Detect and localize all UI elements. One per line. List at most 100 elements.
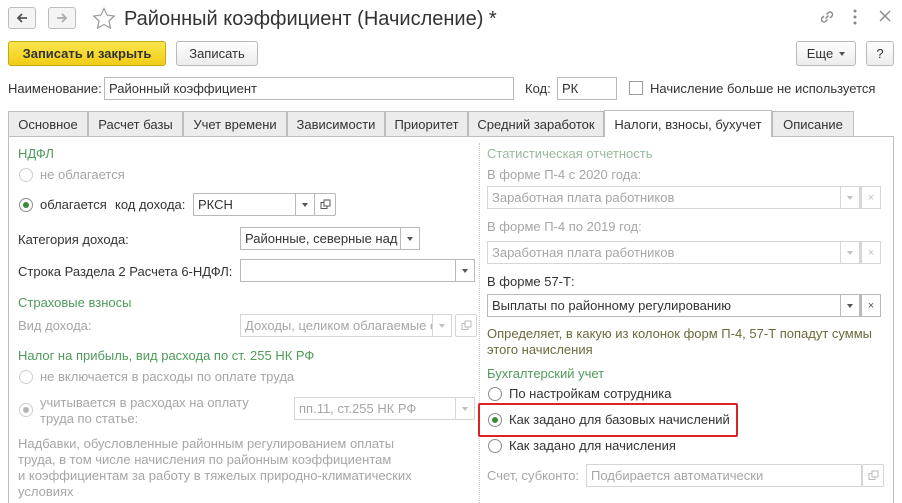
close-button[interactable]	[878, 9, 892, 26]
clear-icon: ×	[867, 299, 875, 312]
form57-label: В форме 57-Т:	[487, 274, 575, 289]
income-type-label: Вид дохода:	[18, 318, 92, 333]
close-icon	[879, 10, 891, 22]
favorite-star-button[interactable]	[92, 7, 116, 32]
open-window-icon	[320, 199, 330, 209]
not-included-label: не включается в расходы по оплате труда	[40, 369, 295, 384]
p4-2019-dropdown[interactable]	[840, 241, 860, 264]
included-label-line2: труда по статье:	[40, 411, 139, 426]
account-label: Счет, субконто:	[487, 468, 580, 483]
opt-accrual-radio[interactable]	[488, 439, 502, 453]
opt-employee-label: По настройкам сотрудника	[509, 386, 672, 401]
tab-taxes-accounting[interactable]: Налоги, взносы, бухучет	[604, 110, 772, 137]
more-menu-button[interactable]: Еще	[796, 41, 856, 66]
open-window-icon	[461, 320, 471, 330]
window-title: Районный коэффициент (Начисление) *	[124, 8, 497, 30]
star-icon	[92, 7, 116, 30]
save-button[interactable]: Записать	[176, 41, 258, 66]
income-category-input[interactable]: Районные, северные над	[240, 227, 401, 250]
caret-down-icon	[847, 303, 853, 308]
accounting-heading: Бухгалтерский учет	[487, 366, 605, 381]
p4-2019-label: В форме П-4 по 2019 год:	[487, 219, 642, 234]
caret-down-icon	[462, 268, 468, 273]
save-and-close-button[interactable]: Записать и закрыть	[8, 41, 166, 66]
tab-priority[interactable]: Приоритет	[385, 111, 468, 136]
row6-label: Строка Раздела 2 Расчета 6-НДФЛ:	[18, 264, 233, 279]
p4-2020-clear-button[interactable]: ×	[861, 186, 881, 209]
unused-label: Начисление больше не используется	[650, 81, 876, 96]
article-dropdown[interactable]	[455, 397, 475, 420]
row6-input[interactable]	[240, 259, 456, 282]
account-open-button[interactable]	[862, 464, 884, 487]
ndfl-taxed-radio[interactable]	[19, 198, 33, 212]
income-category-dropdown[interactable]	[400, 227, 420, 250]
tab-base-calculation[interactable]: Расчет базы	[88, 111, 183, 136]
included-radio[interactable]	[19, 403, 33, 417]
tab-dependencies[interactable]: Зависимости	[287, 111, 385, 136]
name-label: Наименование:	[8, 81, 102, 96]
caret-down-icon	[462, 406, 468, 411]
stat-note-line1: Определяет, в какую из колонок форм П-4,…	[487, 326, 873, 341]
clear-icon: ×	[867, 191, 875, 204]
caret-down-icon	[407, 236, 413, 241]
help-button[interactable]: ?	[866, 41, 894, 66]
back-button[interactable]	[8, 7, 36, 29]
article-input[interactable]: пп.11, ст.255 НК РФ	[294, 397, 456, 420]
more-menu-label: Еще	[806, 46, 834, 61]
forward-button[interactable]	[48, 7, 76, 29]
unused-checkbox[interactable]	[629, 81, 643, 95]
opt-accrual-label: Как задано для начисления	[509, 438, 676, 453]
row6-dropdown[interactable]	[455, 259, 475, 282]
caret-down-icon	[302, 202, 308, 207]
not-included-radio[interactable]	[19, 370, 33, 384]
code-input[interactable]: РК	[557, 77, 617, 100]
income-category-label: Категория дохода:	[18, 232, 129, 247]
income-type-dropdown[interactable]	[432, 314, 452, 337]
p4-2020-dropdown[interactable]	[840, 186, 860, 209]
ndfl-heading: НДФЛ	[18, 146, 54, 161]
income-code-input[interactable]: РКСН	[193, 193, 296, 216]
expense-description-line3: и коэффициентам за работу в тяжелых прир…	[18, 468, 412, 483]
p4-2019-input[interactable]: Заработная плата работников	[487, 241, 861, 264]
expense-description-line4: условиях	[18, 484, 74, 499]
form57-clear-button[interactable]: ×	[861, 294, 881, 317]
clear-icon: ×	[867, 246, 875, 259]
link-button[interactable]	[818, 8, 836, 29]
tab-average-earnings[interactable]: Средний заработок	[468, 111, 604, 136]
open-window-icon	[868, 470, 878, 480]
income-type-input[interactable]: Доходы, целиком облагаемые с	[240, 314, 433, 337]
income-type-open-button[interactable]	[455, 314, 477, 337]
ndfl-taxed-label: облагается	[40, 197, 107, 212]
income-code-open-button[interactable]	[314, 193, 336, 216]
column-divider	[479, 143, 480, 503]
stat-note-line2: этого начисления	[487, 342, 593, 357]
ndfl-not-taxed-radio[interactable]	[19, 168, 33, 182]
expense-description-line1: Надбавки, обусловленные районным регулир…	[18, 436, 395, 451]
income-code-label: код дохода:	[115, 197, 186, 212]
account-input[interactable]: Подбирается автоматически	[586, 464, 862, 487]
tab-time-accounting[interactable]: Учет времени	[183, 111, 287, 136]
income-code-dropdown[interactable]	[295, 193, 315, 216]
ndfl-not-taxed-label: не облагается	[40, 167, 125, 182]
highlight-box	[478, 403, 738, 437]
code-label: Код:	[525, 81, 551, 96]
arrow-right-icon	[57, 13, 68, 23]
form57-input[interactable]: Выплаты по районному регулированию	[487, 294, 861, 317]
link-icon	[820, 11, 834, 23]
form57-dropdown[interactable]	[840, 294, 860, 317]
p4-2019-clear-button[interactable]: ×	[861, 241, 881, 264]
caret-down-icon	[439, 323, 445, 328]
vertical-dots-icon	[853, 9, 857, 25]
expense-description-line2: труда, в том числе начисления по районны…	[18, 452, 392, 467]
stat-heading: Статистическая отчетность	[487, 146, 653, 161]
caret-down-icon	[839, 51, 846, 56]
more-options-button[interactable]	[848, 8, 862, 29]
p4-2020-label: В форме П-4 с 2020 года:	[487, 167, 642, 182]
p4-2020-input[interactable]: Заработная плата работников	[487, 186, 861, 209]
tab-main[interactable]: Основное	[8, 111, 88, 136]
opt-employee-radio[interactable]	[488, 387, 502, 401]
tab-description[interactable]: Описание	[772, 111, 854, 136]
name-input[interactable]: Районный коэффициент	[104, 77, 514, 100]
profit-tax-heading: Налог на прибыль, вид расхода по ст. 255…	[18, 348, 315, 363]
insurance-heading: Страховые взносы	[18, 295, 132, 310]
